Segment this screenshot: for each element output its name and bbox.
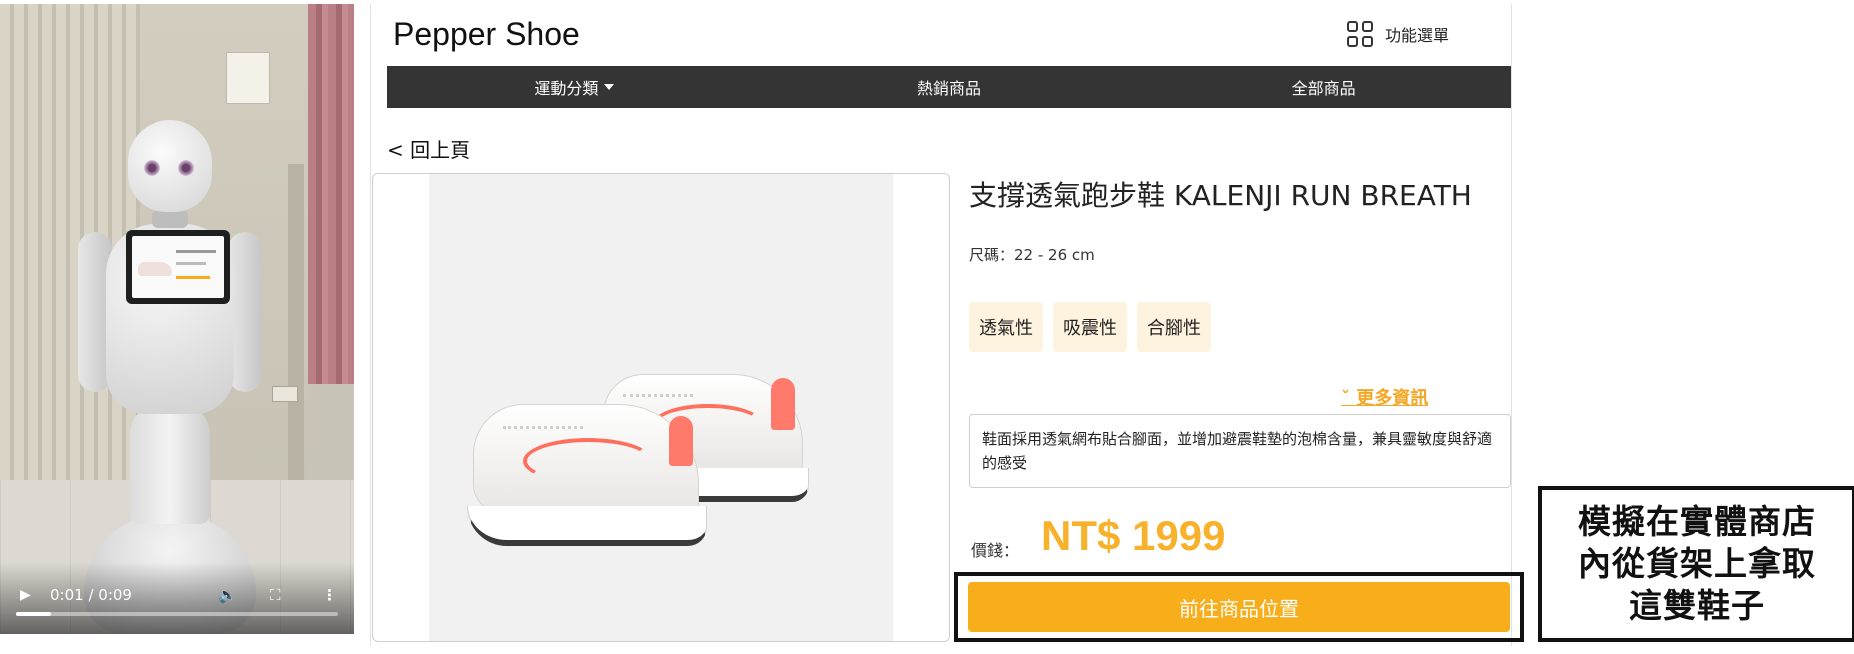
- feature-tags: 透氣性 吸震性 合腳性: [969, 302, 1211, 352]
- video-seek-bar[interactable]: [16, 612, 338, 616]
- robot-tablet: [126, 230, 230, 304]
- product-price: NT$ 1999: [1041, 512, 1226, 559]
- robot-neck: [152, 210, 188, 228]
- robot-right-eye: [178, 160, 194, 176]
- caption-line: 模擬在實體商店: [1578, 502, 1816, 541]
- caption-box: 模擬在實體商店 內從貨架上拿取 這雙鞋子: [1538, 486, 1854, 642]
- tablet-shoe-thumbnail: [138, 262, 172, 276]
- caret-down-icon: [604, 84, 615, 90]
- main-nav: 運動分類 熱銷商品 全部商品: [387, 66, 1511, 108]
- brand-logo[interactable]: Pepper Shoe: [393, 16, 580, 53]
- price-label: 價錢：: [971, 541, 1020, 560]
- product-size: 尺碼：22 - 26 cm: [969, 246, 1095, 264]
- play-icon[interactable]: ▶: [20, 586, 31, 604]
- caption-line: 這雙鞋子: [1629, 586, 1765, 625]
- more-info-link[interactable]: ˇ 更多資訊: [1341, 384, 1428, 410]
- wall-notice: [226, 52, 270, 104]
- shoe-left: [463, 394, 713, 564]
- product-image: [372, 173, 950, 642]
- screenshot-stage: ▶ 0:01 / 0:09 🔈 ⛶ ⋮ Pepper Shoe 功能選單 運動分…: [0, 0, 1854, 654]
- curtain: [308, 4, 354, 384]
- more-vertical-icon[interactable]: ⋮: [322, 586, 337, 604]
- pepper-robot: [70, 114, 270, 634]
- tablet-screen: [132, 236, 224, 298]
- robot-hips: [130, 404, 210, 524]
- go-to-product-location-button[interactable]: 前往商品位置: [968, 582, 1510, 632]
- video-controls: ▶ 0:01 / 0:09 🔈 ⛶ ⋮: [0, 562, 354, 634]
- robot-head: [128, 120, 212, 212]
- robot-video-player[interactable]: ▶ 0:01 / 0:09 🔈 ⛶ ⋮: [0, 4, 354, 634]
- volume-icon[interactable]: 🔈: [218, 586, 237, 604]
- nav-item-all-items[interactable]: 全部商品: [1136, 66, 1511, 108]
- back-link[interactable]: < 回上頁: [387, 134, 470, 163]
- power-outlet: [272, 386, 298, 402]
- product-description: 鞋面採用透氣網布貼合腳面，並增加避震鞋墊的泡棉含量，兼具靈敏度與舒適的感受: [969, 414, 1511, 488]
- function-menu-button[interactable]: 功能選單: [1347, 16, 1449, 52]
- nav-item-hot-items[interactable]: 熱銷商品: [762, 66, 1137, 108]
- robot-left-eye: [144, 160, 160, 176]
- caption-line: 內從貨架上拿取: [1578, 544, 1816, 583]
- wall-pillar: [288, 164, 304, 484]
- store-page: Pepper Shoe 功能選單 運動分類 熱銷商品 全部商品 < 回上頁 支撐…: [370, 4, 1512, 646]
- function-menu-label: 功能選單: [1385, 26, 1450, 45]
- nav-item-sport-category[interactable]: 運動分類: [387, 66, 762, 108]
- video-seek-progress: [16, 612, 52, 616]
- fullscreen-icon[interactable]: ⛶: [270, 586, 281, 604]
- feature-tag: 吸震性: [1053, 302, 1127, 352]
- video-time: 0:01 / 0:09: [50, 586, 132, 604]
- feature-tag: 透氣性: [969, 302, 1043, 352]
- grid-icon: [1347, 21, 1373, 47]
- feature-tag: 合腳性: [1137, 302, 1211, 352]
- product-title: 支撐透氣跑步鞋 KALENJI RUN BREATH: [969, 179, 1472, 212]
